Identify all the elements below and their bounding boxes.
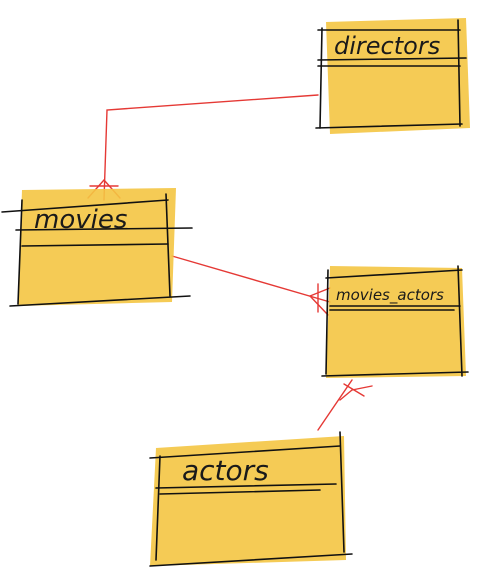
- entity-actors-label: actors: [182, 454, 269, 487]
- entity-movies-actors-label: movies_actors: [336, 286, 444, 305]
- entity-movies-label: movies: [34, 205, 127, 235]
- entity-movies-actors[interactable]: movies_actors: [321, 265, 469, 378]
- entity-movies-actors-fill: [326, 266, 466, 378]
- entity-directors[interactable]: directors: [315, 18, 470, 134]
- relation-actors-movies-actors: [317, 379, 353, 431]
- relation-directors-movies: [103, 94, 319, 201]
- crow-foot-ma2-right: [351, 385, 373, 391]
- er-diagram-canvas: directors movies movies_actors actors: [1, 18, 470, 567]
- entity-actors[interactable]: actors: [149, 431, 353, 567]
- relation-movies-movies-actors: [171, 255, 331, 303]
- entity-directors-label: directors: [334, 32, 440, 60]
- entity-movies[interactable]: movies: [1, 188, 193, 307]
